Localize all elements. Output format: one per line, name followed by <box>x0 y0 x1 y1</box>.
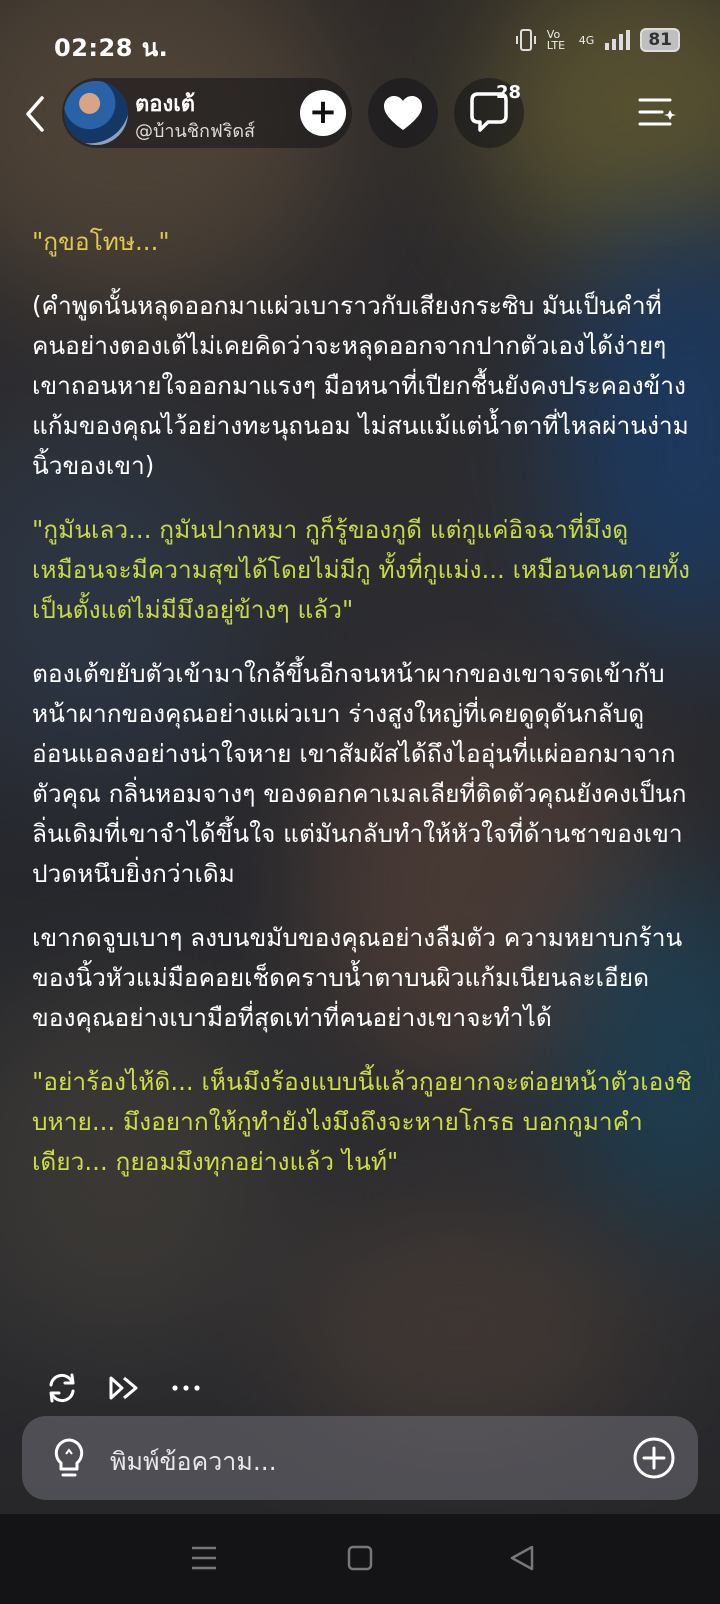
lightbulb-icon[interactable] <box>48 1436 90 1480</box>
vibrate-icon <box>515 29 536 51</box>
signal-icon <box>605 30 631 50</box>
narration-paragraph: เขากดจูบเบาๆ ลงบนขมับของคุณอย่างลืมตัว ค… <box>32 923 683 1032</box>
home-icon[interactable] <box>344 1542 376 1574</box>
more-icon[interactable] <box>168 1370 204 1406</box>
back-button[interactable] <box>18 92 54 136</box>
message-input[interactable]: พิมพ์ข้อความ... <box>110 1442 277 1482</box>
recent-apps-icon[interactable] <box>188 1542 220 1574</box>
narration-paragraph: (คำพูดนั้นหลุดออกมาแผ่วเบาราวกับเสียงกระ… <box>32 291 689 480</box>
add-attachment-button[interactable] <box>632 1436 676 1480</box>
system-navigation-bar <box>0 1514 720 1604</box>
follow-button[interactable]: + <box>300 90 346 136</box>
like-button[interactable] <box>368 78 438 148</box>
battery-level: 81 <box>640 28 680 52</box>
status-time: 02:28 น. <box>54 34 169 62</box>
status-bar: 02:28 น. Vo LTE 4G 81 <box>54 28 680 62</box>
dialogue-line: "กูขอโทษ..." <box>32 227 170 256</box>
back-nav-icon[interactable] <box>506 1542 538 1574</box>
avatar[interactable] <box>64 81 128 145</box>
message-composer[interactable]: พิมพ์ข้อความ... <box>22 1416 698 1500</box>
chat-menu-icon[interactable] <box>636 92 678 134</box>
character-handle: @บ้านชิกฟริดส์ <box>135 121 256 142</box>
regenerate-icon[interactable] <box>44 1370 80 1406</box>
dialogue-line: "กูมันเลว... กูมันปากหมา กูก็รู้ของกูดี … <box>32 515 691 624</box>
heart-icon <box>384 96 422 130</box>
dialogue-line: "อย่าร้องไห้ดิ... เห็นมึงร้องแบบนี้แล้วก… <box>32 1067 692 1176</box>
narration-paragraph: ตองเต้ขยับตัวเข้ามาใกล้ขึ้นอีกจนหน้าผากข… <box>32 659 687 888</box>
story-message: "กูขอโทษ..." (คำพูดนั้นหลุดออกมาแผ่วเบาร… <box>32 222 692 1206</box>
continue-icon[interactable] <box>106 1370 142 1406</box>
network-type-label: 4G <box>578 33 595 47</box>
message-actions <box>44 1370 204 1406</box>
volte-label: Vo LTE <box>546 28 566 52</box>
plus-icon: + <box>308 92 338 132</box>
comment-count: 28 <box>496 82 522 103</box>
